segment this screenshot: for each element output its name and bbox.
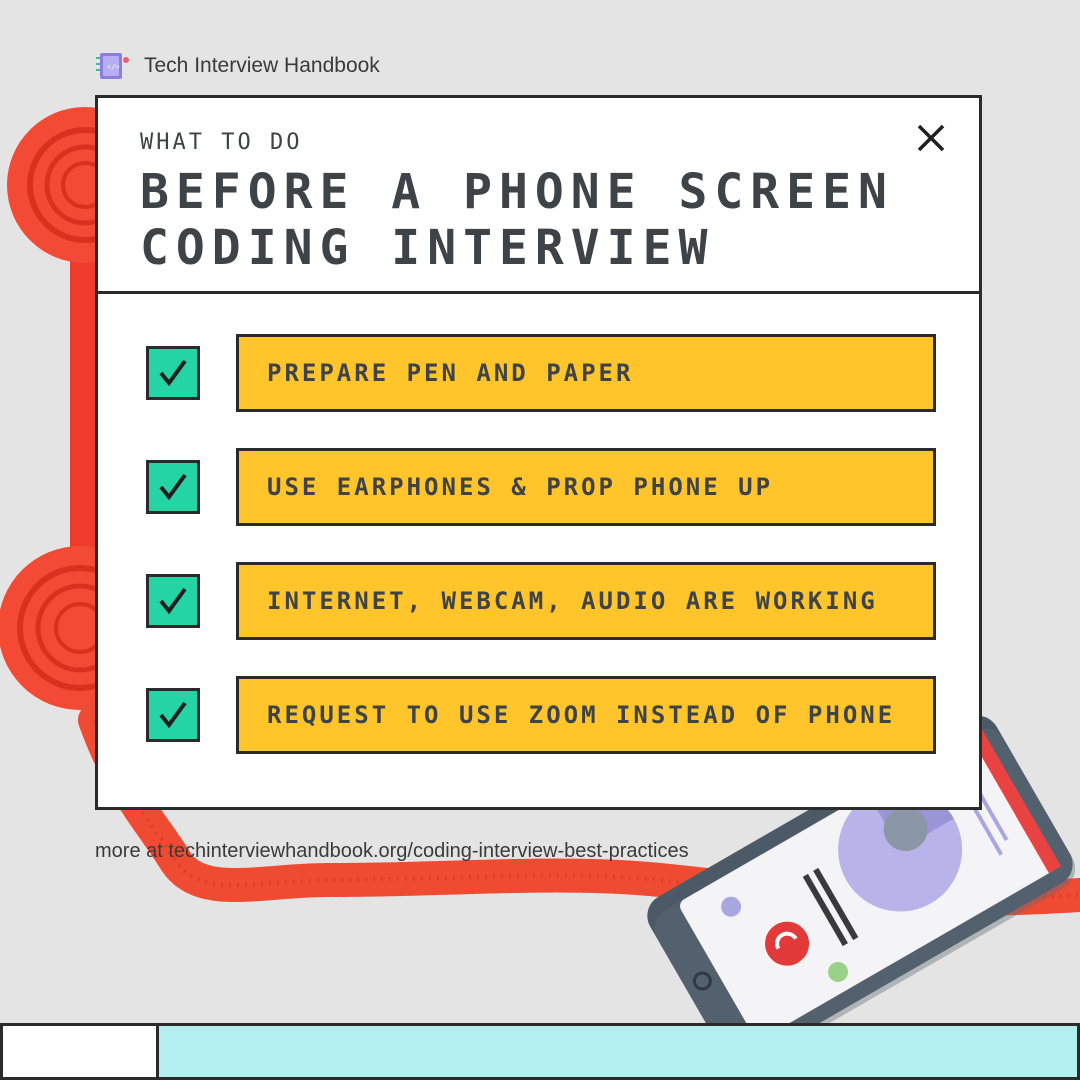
checklist-item[interactable]: PREPARE PEN AND PAPER [146, 334, 938, 412]
checkbox-checked[interactable] [146, 460, 200, 514]
more-link[interactable]: more at techinterviewhandbook.org/coding… [95, 840, 689, 863]
card-eyebrow: WHAT TO DO [140, 130, 303, 155]
checklist-item-label: PREPARE PEN AND PAPER [236, 334, 936, 412]
card-header: WHAT TO DO Before a phone screen coding … [98, 98, 979, 294]
close-button[interactable] [913, 120, 949, 156]
bottom-bar-segment [3, 1026, 159, 1077]
card-title: Before a phone screen coding interview [140, 164, 894, 276]
checklist-item-label: REQUEST TO USE ZOOM INSTEAD OF PHONE [236, 676, 936, 754]
svg-text:</>: </> [107, 63, 120, 71]
checkbox-checked[interactable] [146, 346, 200, 400]
checklist-item[interactable]: USE EARPHONES & PROP PHONE UP [146, 448, 938, 526]
brand-header: </> Tech Interview Handbook [96, 50, 380, 82]
checkmark-icon [159, 359, 187, 387]
checkmark-icon [159, 587, 187, 615]
checklist-item-label: INTERNET, WEBCAM, AUDIO ARE WORKING [236, 562, 936, 640]
checkmark-icon [159, 473, 187, 501]
close-icon [917, 124, 945, 152]
checklist-item[interactable]: REQUEST TO USE ZOOM INSTEAD OF PHONE [146, 676, 938, 754]
brand-name: Tech Interview Handbook [144, 54, 380, 77]
notebook-icon: </> [96, 53, 129, 79]
bottom-bar [0, 1023, 1080, 1080]
checkbox-checked[interactable] [146, 574, 200, 628]
checkbox-checked[interactable] [146, 688, 200, 742]
checkmark-icon [159, 701, 187, 729]
checklist-card: WHAT TO DO Before a phone screen coding … [95, 95, 982, 810]
checklist-item[interactable]: INTERNET, WEBCAM, AUDIO ARE WORKING [146, 562, 938, 640]
checklist-item-label: USE EARPHONES & PROP PHONE UP [236, 448, 936, 526]
